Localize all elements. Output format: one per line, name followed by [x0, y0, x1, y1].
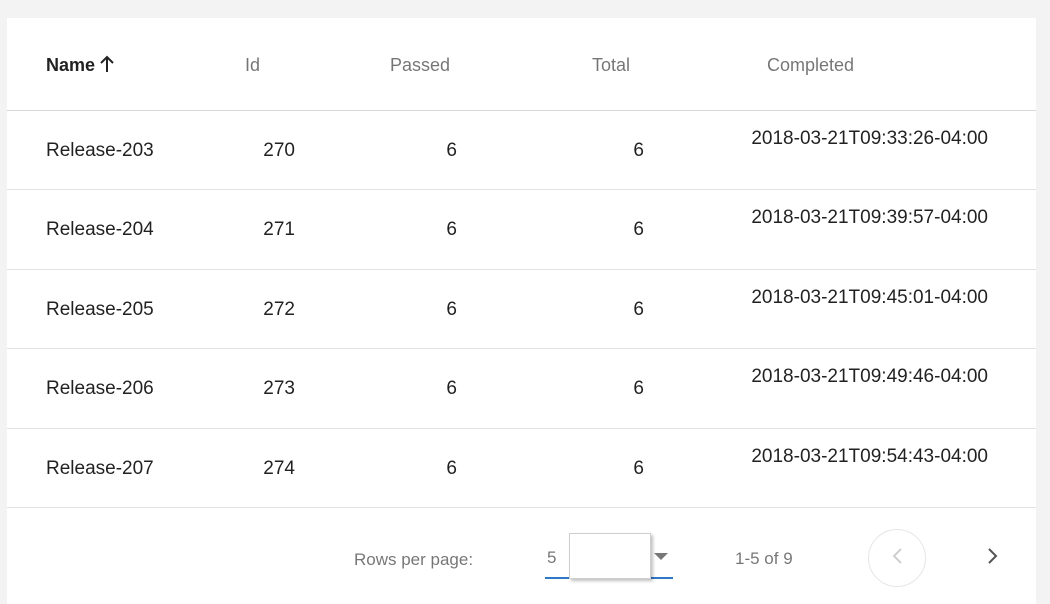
cell-completed: 2018-03-21T09:49:46-04:00: [751, 366, 988, 388]
cell-name: Release-207: [46, 457, 154, 479]
table-header-row: Name Id Passed Total Completed: [7, 18, 1036, 111]
cell-name: Release-203: [46, 140, 154, 161]
cell-id: 274: [263, 457, 295, 479]
table-row: Release-204 271 6 6 2018-03-21T09:39:57-…: [7, 190, 1036, 270]
cell-id: 271: [263, 219, 295, 241]
rows-per-page-select[interactable]: 5: [545, 533, 673, 579]
table-row: Release-206 273 6 6 2018-03-21T09:49:46-…: [7, 349, 1036, 429]
cell-completed: 2018-03-21T09:54:43-04:00: [751, 445, 988, 467]
cell-id: 270: [263, 140, 295, 161]
cell-total: 6: [633, 140, 644, 161]
cell-total: 6: [633, 457, 644, 479]
table-row: Release-205 272 6 6 2018-03-21T09:45:01-…: [7, 270, 1036, 350]
cell-completed: 2018-03-21T09:39:57-04:00: [751, 207, 988, 229]
dropdown-arrow-icon[interactable]: [654, 553, 668, 560]
cell-completed: 2018-03-21T09:45:01-04:00: [751, 286, 988, 308]
column-header-name[interactable]: Name: [46, 54, 115, 78]
cell-id: 272: [263, 298, 295, 320]
cell-passed: 6: [446, 457, 457, 479]
rows-per-page-label: Rows per page:: [354, 550, 474, 569]
column-header-id[interactable]: Id: [245, 54, 260, 76]
cell-passed: 6: [446, 378, 457, 400]
chevron-left-icon: [890, 546, 904, 571]
results-table-card: Name Id Passed Total Completed Release-2…: [7, 18, 1036, 604]
rows-per-page-value[interactable]: 5: [547, 548, 556, 568]
cell-total: 6: [633, 219, 644, 241]
chevron-right-icon: [986, 546, 1000, 571]
next-page-button[interactable]: [964, 529, 1022, 587]
cell-passed: 6: [446, 219, 457, 241]
cell-completed: 2018-03-21T09:33:26-04:00: [751, 128, 988, 149]
column-header-passed[interactable]: Passed: [390, 54, 450, 76]
previous-page-button[interactable]: [868, 529, 926, 587]
rows-per-page-menu[interactable]: [569, 533, 651, 579]
table-row: Release-207 274 6 6 2018-03-21T09:54:43-…: [7, 429, 1036, 508]
column-header-total[interactable]: Total: [592, 54, 630, 76]
column-header-completed[interactable]: Completed: [767, 54, 854, 76]
arrow-up-icon[interactable]: [99, 55, 115, 78]
cell-passed: 6: [446, 298, 457, 320]
cell-passed: 6: [446, 140, 457, 161]
column-header-name-label: Name: [46, 55, 96, 75]
table-row: Release-203 270 6 6 2018-03-21T09:33:26-…: [7, 111, 1036, 191]
cell-total: 6: [633, 298, 644, 320]
table-body: Release-203 270 6 6 2018-03-21T09:33:26-…: [7, 111, 1036, 508]
cell-id: 273: [263, 378, 295, 400]
cell-name: Release-205: [46, 298, 154, 320]
pagination-range: 1-5 of 9: [735, 549, 793, 568]
table-pagination: Rows per page: 5 1-5 of 9: [7, 511, 1036, 604]
cell-name: Release-204: [46, 219, 154, 241]
cell-name: Release-206: [46, 378, 154, 400]
cell-total: 6: [633, 378, 644, 400]
